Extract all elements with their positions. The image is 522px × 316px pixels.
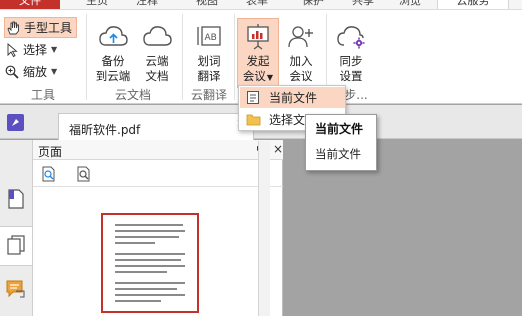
tab-view[interactable]: 视图 — [182, 0, 232, 9]
pages-panel-title: 页面 — [38, 145, 63, 159]
comment-icon — [5, 279, 27, 302]
tab-home[interactable]: 主页 — [72, 0, 122, 9]
thumbnail-text-line — [115, 224, 183, 226]
thumbnail-text-line — [115, 259, 181, 261]
thumbnail-text-line — [115, 242, 155, 244]
thumbnail-text-line — [115, 288, 177, 290]
sync-settings-button[interactable]: 同步 设置 — [333, 22, 369, 84]
document-tab[interactable]: 福昕软件.pdf — [58, 113, 254, 140]
select-tool-button[interactable]: 选择 ▼ — [4, 39, 57, 60]
start-meeting-label-1: 发起 — [246, 54, 270, 68]
zoom-out-thumbnail-icon[interactable] — [75, 165, 93, 183]
translate-icon: AB — [193, 22, 225, 52]
comments-panel-button[interactable] — [0, 270, 32, 310]
sync-label-2: 设置 — [339, 69, 363, 83]
bookmark-panel-button[interactable] — [0, 180, 32, 220]
chevron-down-icon: ▼ — [51, 67, 58, 76]
add-person-icon — [285, 22, 317, 52]
group-divider — [86, 14, 87, 100]
thumbnail-text-line — [115, 265, 185, 267]
tooltip-description: 当前文件 — [315, 147, 361, 161]
tab-cloud-services[interactable]: 云服务 — [437, 0, 509, 9]
tab-browse[interactable]: 浏览 — [385, 0, 435, 9]
thumbnail-text-line — [115, 300, 161, 302]
tab-comment[interactable]: 注释 — [122, 0, 172, 9]
chevron-down-icon: ▼ — [51, 45, 58, 54]
tab-protect[interactable]: 保护 — [288, 0, 338, 9]
tools-group-label: 工具 — [30, 88, 55, 102]
tab-file[interactable]: 文件 — [0, 0, 60, 9]
page-thumbnail[interactable] — [101, 213, 199, 313]
menu-tab-strip: 文件 主页 注释 视图 表单 保护 共享 浏览 云服务 — [0, 0, 522, 9]
zoom-tool-label: 缩放 — [23, 65, 48, 79]
tooltip: 当前文件 当前文件 — [305, 114, 377, 171]
pages-panel-button[interactable] — [0, 226, 32, 266]
thumbnail-text-line — [115, 253, 185, 255]
cursor-icon — [4, 42, 20, 58]
group-divider — [234, 14, 235, 100]
svg-text:AB: AB — [205, 33, 217, 43]
zoom-icon — [4, 64, 20, 80]
folder-icon — [245, 112, 261, 128]
tab-share[interactable]: 共享 — [338, 0, 388, 9]
cloud-settings-icon — [335, 22, 367, 52]
join-meeting-label-2: 会议 — [289, 69, 313, 83]
pages-icon — [6, 234, 26, 259]
app-logo-icon[interactable] — [7, 114, 24, 131]
word-translate-button[interactable]: AB 划词 翻译 — [189, 22, 229, 84]
presentation-icon — [242, 22, 274, 52]
group-divider — [182, 14, 183, 100]
pages-panel-scrollbar[interactable] — [258, 141, 270, 316]
menu-item-current-file[interactable]: 当前文件 — [240, 87, 345, 108]
side-toolbar — [0, 140, 33, 316]
zoom-in-thumbnail-icon[interactable] — [40, 165, 58, 183]
backup-label-1: 备份 — [101, 54, 125, 68]
thumbnail-text-line — [115, 236, 179, 238]
close-icon[interactable]: × — [273, 142, 283, 156]
thumbnail-text-line — [115, 282, 185, 284]
tooltip-title: 当前文件 — [315, 122, 364, 136]
translate-label-1: 划词 — [197, 54, 221, 68]
translate-label-2: 翻译 — [197, 69, 221, 83]
pages-panel-header: 页面 ▸◂ × — [33, 140, 283, 160]
cloud-icon — [141, 22, 173, 52]
start-meeting-label-text: 会议 — [242, 69, 266, 83]
join-meeting-button[interactable]: 加入 会议 — [283, 22, 319, 84]
document-icon — [245, 90, 261, 106]
pages-panel-toolbar — [33, 161, 283, 187]
backup-label-2: 到云端 — [95, 69, 131, 83]
chevron-down-icon: ▼ — [266, 73, 274, 82]
tab-form[interactable]: 表单 — [232, 0, 282, 9]
cloud-docs-label-1: 云端 — [145, 54, 169, 68]
menu-item-current-file-label: 当前文件 — [269, 91, 318, 105]
hand-icon — [5, 20, 21, 36]
select-tool-label: 选择 — [23, 43, 48, 57]
thumbnail-text-line — [115, 230, 185, 232]
document-tab-title: 福昕软件.pdf — [69, 123, 141, 137]
cloud-upload-icon — [97, 22, 129, 52]
cloud-documents-button[interactable]: 云端 文档 — [139, 22, 175, 84]
thumbnail-text-line — [115, 294, 185, 296]
zoom-tool-button[interactable]: 缩放 ▼ — [4, 61, 57, 82]
start-meeting-button[interactable]: 发起 会议▼ — [238, 22, 278, 85]
sync-label-1: 同步 — [339, 54, 363, 68]
translate-group-label: 云翻译 — [190, 88, 227, 102]
hand-tool-button[interactable]: 手型工具 — [4, 17, 78, 38]
cloud-docs-label-2: 文档 — [145, 69, 169, 83]
cloud-docs-group-label: 云文档 — [114, 88, 151, 102]
pages-panel: 页面 ▸◂ × — [33, 140, 283, 316]
backup-to-cloud-button[interactable]: 备份 到云端 — [92, 22, 134, 84]
join-meeting-label-1: 加入 — [289, 54, 313, 68]
bookmark-icon — [7, 188, 25, 213]
start-meeting-label-2: 会议▼ — [243, 69, 273, 85]
hand-tool-label: 手型工具 — [24, 21, 73, 35]
thumbnail-text-line — [115, 271, 167, 273]
